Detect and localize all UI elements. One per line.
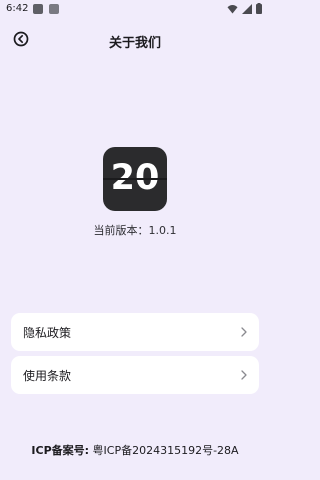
menu-item-label: 使用条款 — [23, 369, 72, 383]
page-title: 关于我们 — [108, 36, 161, 51]
version-row: 当前版本：1.0.1 — [0, 222, 270, 238]
chevron-right-icon — [241, 370, 247, 380]
icp-footer: ICP备案号: 粤ICP备2024315192号-28A — [0, 442, 270, 458]
app-logo: 20 — [103, 147, 167, 211]
header: 关于我们 — [0, 28, 270, 52]
wifi-icon — [227, 4, 238, 13]
app-notification-icon — [49, 4, 59, 14]
icp-label: ICP备案号: — [31, 444, 90, 457]
signal-icon — [242, 3, 252, 14]
version-value: 1.0.1 — [148, 224, 177, 237]
menu-item-terms-of-use[interactable]: 使用条款 — [11, 356, 259, 394]
menu-item-label: 隐私政策 — [23, 326, 72, 340]
menu-item-privacy-policy[interactable]: 隐私政策 — [11, 313, 259, 351]
icp-number[interactable]: 粤ICP备2024315192号-28A — [93, 444, 239, 457]
app-notification-icon — [33, 4, 43, 14]
status-bar: 6:42 — [0, 0, 270, 20]
status-indicators — [227, 3, 262, 14]
app-logo-divider — [103, 178, 167, 180]
version-label: 当前版本： — [93, 224, 149, 237]
battery-icon — [256, 3, 262, 14]
chevron-right-icon — [241, 327, 247, 337]
status-time: 6:42 — [6, 3, 29, 14]
